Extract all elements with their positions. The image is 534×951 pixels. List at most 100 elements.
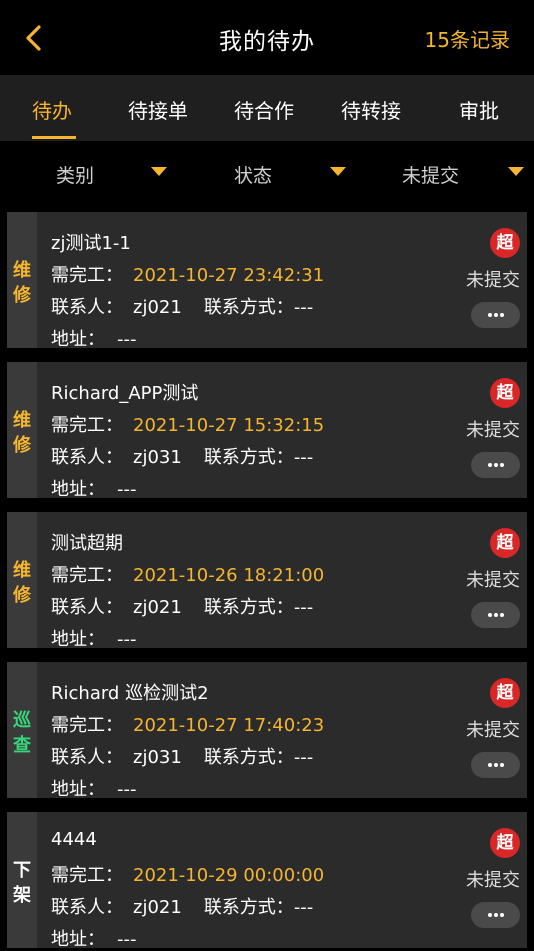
more-dots-icon (494, 313, 498, 317)
contact-label: 联系人： (51, 747, 123, 768)
contact-row: 联系人： zj021 联系方式：--- (51, 293, 313, 319)
more-dots-icon (488, 313, 492, 317)
phone-value: --- (293, 897, 314, 918)
due-row: 需完工： 2021-10-27 23:42:31 (51, 261, 324, 287)
more-dots-icon (500, 463, 504, 467)
tab-todo[interactable]: 待办 (32, 95, 72, 124)
status-text: 未提交 (466, 570, 520, 591)
contact-row: 联系人： zj031 联系方式：--- (51, 443, 313, 469)
category-strip: 巡查 (7, 662, 37, 798)
address-label: 地址： (51, 929, 105, 950)
contact-value: zj021 (133, 897, 182, 918)
more-dots-icon (494, 613, 498, 617)
task-title: 测试超期 (51, 533, 123, 554)
address-label: 地址： (51, 629, 105, 650)
contact-label: 联系人： (51, 297, 123, 318)
due-row: 需完工： 2021-10-29 00:00:00 (51, 861, 324, 887)
more-dots-icon (494, 763, 498, 767)
contact-value: zj021 (133, 597, 182, 618)
task-card[interactable]: 巡查 Richard 巡检测试2 需完工： 2021-10-27 17:40:23… (7, 662, 527, 801)
more-dots-icon (500, 613, 504, 617)
more-dots-icon (500, 913, 504, 917)
contact-value: zj031 (133, 747, 182, 768)
more-dots-icon (500, 313, 504, 317)
due-value: 2021-10-27 17:40:23 (133, 715, 325, 736)
due-row: 需完工： 2021-10-26 18:21:00 (51, 561, 324, 587)
due-row: 需完工： 2021-10-27 15:32:15 (51, 411, 324, 437)
task-title: 4444 (51, 829, 97, 850)
more-button[interactable] (471, 602, 520, 628)
more-button[interactable] (471, 452, 520, 478)
address-label: 地址： (51, 479, 105, 500)
more-button[interactable] (471, 752, 520, 778)
address-value: --- (117, 929, 137, 950)
phone-value: --- (293, 747, 314, 768)
status-text: 未提交 (466, 720, 520, 741)
tab-approval[interactable]: 审批 (459, 95, 499, 124)
category-label: 维修 (13, 260, 31, 306)
contact-label: 联系人： (51, 897, 123, 918)
record-count[interactable]: 15条记录 (425, 24, 510, 53)
more-dots-icon (488, 613, 492, 617)
due-label: 需完工： (51, 865, 123, 886)
address-value: --- (117, 779, 137, 800)
due-value: 2021-10-29 00:00:00 (133, 865, 325, 886)
phone-value: --- (293, 597, 314, 618)
filter-status[interactable]: 状态 (234, 161, 272, 188)
overdue-badge: 超 (490, 828, 520, 858)
caret-down-icon[interactable] (151, 167, 167, 176)
tab-awaiting-transfer[interactable]: 待转接 (341, 95, 401, 124)
category-label: 下架 (13, 860, 31, 906)
task-title: Richard_APP测试 (51, 383, 199, 404)
task-title: zj测试1-1 (51, 233, 131, 254)
address-row: 地址： --- (51, 775, 137, 801)
caret-down-icon[interactable] (508, 167, 524, 176)
address-value: --- (117, 329, 137, 350)
address-value: --- (117, 479, 137, 500)
more-dots-icon (500, 763, 504, 767)
contact-row: 联系人： zj031 联系方式：--- (51, 743, 313, 769)
status-text: 未提交 (466, 420, 520, 441)
due-row: 需完工： 2021-10-27 17:40:23 (51, 711, 324, 737)
overdue-badge: 超 (490, 228, 520, 258)
address-value: --- (117, 629, 137, 650)
category-strip: 维修 (7, 212, 37, 348)
more-button[interactable] (471, 302, 520, 328)
address-row: 地址： --- (51, 475, 137, 501)
task-card[interactable]: 维修 zj测试1-1 需完工： 2021-10-27 23:42:31 联系人： z… (7, 212, 527, 350)
filter-submission[interactable]: 未提交 (402, 161, 459, 188)
tab-awaiting-accept[interactable]: 待接单 (128, 95, 188, 124)
address-label: 地址： (51, 779, 105, 800)
category-label: 维修 (13, 560, 31, 606)
category-strip: 下架 (7, 812, 37, 948)
contact-value: zj021 (133, 297, 182, 318)
more-dots-icon (488, 913, 492, 917)
contact-value: zj031 (133, 447, 182, 468)
task-card[interactable]: 维修 Richard_APP测试 需完工： 2021-10-27 15:32:15… (7, 362, 527, 501)
overdue-badge: 超 (490, 378, 520, 408)
due-value: 2021-10-27 23:42:31 (133, 265, 325, 286)
due-label: 需完工： (51, 715, 123, 736)
contact-row: 联系人： zj021 联系方式：--- (51, 893, 313, 919)
caret-down-icon[interactable] (330, 167, 346, 176)
phone-value: --- (293, 297, 314, 318)
status-text: 未提交 (466, 870, 520, 891)
address-row: 地址： --- (51, 625, 137, 651)
filter-category[interactable]: 类别 (56, 161, 94, 188)
phone-label: 联系方式： (203, 597, 294, 618)
due-label: 需完工： (51, 415, 123, 436)
filter-bar: 类别 状态 未提交 (0, 141, 534, 205)
category-label: 维修 (13, 410, 31, 456)
overdue-badge: 超 (490, 678, 520, 708)
address-row: 地址： --- (51, 925, 137, 951)
task-card[interactable]: 维修 测试超期 需完工： 2021-10-26 18:21:00 联系人： zj02… (7, 512, 527, 651)
more-dots-icon (488, 763, 492, 767)
category-strip: 维修 (7, 362, 37, 498)
due-label: 需完工： (51, 265, 123, 286)
more-button[interactable] (471, 902, 520, 928)
contact-label: 联系人： (51, 597, 123, 618)
task-card[interactable]: 下架 4444 需完工： 2021-10-29 00:00:00 联系人： zj02… (7, 812, 527, 951)
tab-awaiting-cooperate[interactable]: 待合作 (234, 95, 294, 124)
contact-label: 联系人： (51, 447, 123, 468)
due-label: 需完工： (51, 565, 123, 586)
